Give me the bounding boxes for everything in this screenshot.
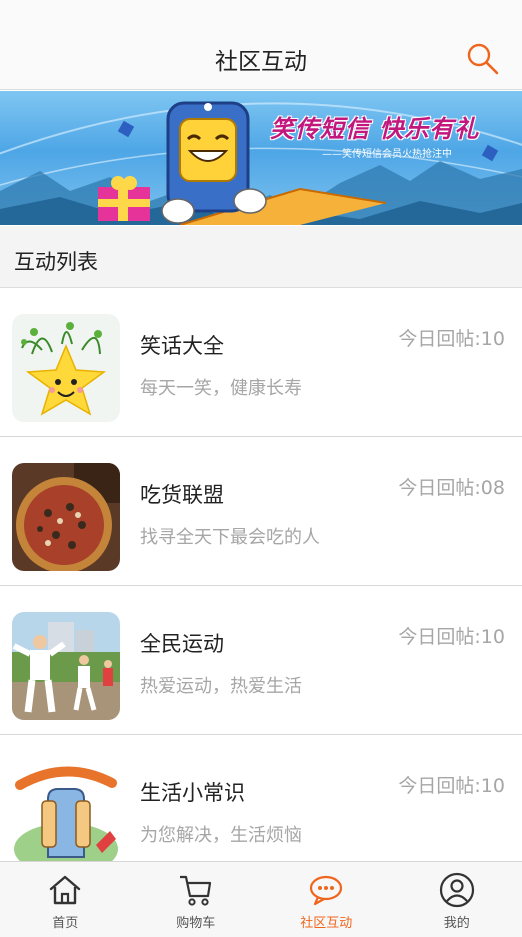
tab-cart[interactable]: 购物车 xyxy=(131,862,262,937)
reply-count: 今日回帖:08 xyxy=(398,477,505,499)
list-item-foodie[interactable]: 吃货联盟 找寻全天下最会吃的人 今日回帖:08 xyxy=(0,437,522,586)
home-icon xyxy=(50,875,81,905)
cart-icon xyxy=(179,875,211,906)
tab-label: 社区互动 xyxy=(300,916,353,931)
did-you-know-image xyxy=(12,761,120,869)
item-description: 每天一笑，健康长寿 xyxy=(140,378,302,399)
tab-community[interactable]: 社区互动 xyxy=(261,862,392,937)
item-description: 找寻全天下最会吃的人 xyxy=(140,527,320,548)
item-description: 为您解决，生活烦恼 xyxy=(140,825,302,846)
user-icon xyxy=(439,872,474,908)
section-title: 互动列表 xyxy=(14,250,98,274)
promo-banner[interactable]: 笑传短信 快乐有礼 ——笑传短信会员火热抢注中 xyxy=(0,91,522,225)
bottom-tab-bar: 首页 购物车 社区互动 我的 xyxy=(0,861,522,937)
star-plant-image xyxy=(12,314,120,422)
tab-label: 我的 xyxy=(443,916,470,931)
app-header: 社区互动 xyxy=(0,0,522,90)
pizza-image xyxy=(12,463,120,571)
item-title: 笑话大全 xyxy=(140,334,224,358)
section-header: 互动列表 xyxy=(0,226,522,288)
item-title: 吃货联盟 xyxy=(140,483,224,507)
interaction-list: 笑话大全 每天一笑，健康长寿 今日回帖:10 吃货联盟 找寻全天下最会吃的人 今… xyxy=(0,288,522,884)
exercise-image xyxy=(12,612,120,720)
reply-count: 今日回帖:10 xyxy=(398,775,505,797)
page-title: 社区互动 xyxy=(215,49,307,75)
list-item-sports[interactable]: 全民运动 热爱运动，热爱生活 今日回帖:10 xyxy=(0,586,522,735)
chat-bubble-icon xyxy=(310,875,343,906)
item-title: 全民运动 xyxy=(140,632,224,656)
tab-me[interactable]: 我的 xyxy=(392,862,522,937)
tab-home[interactable]: 首页 xyxy=(0,862,131,937)
item-description: 热爱运动，热爱生活 xyxy=(140,676,302,697)
search-icon[interactable] xyxy=(466,42,500,76)
banner-headline: 笑传短信 快乐有礼 xyxy=(270,115,480,143)
tab-label: 购物车 xyxy=(176,916,216,931)
reply-count: 今日回帖:10 xyxy=(398,626,505,648)
list-item-jokes[interactable]: 笑话大全 每天一笑，健康长寿 今日回帖:10 xyxy=(0,288,522,437)
item-title: 生活小常识 xyxy=(140,781,245,805)
reply-count: 今日回帖:10 xyxy=(398,328,505,350)
banner-subtitle: ——笑传短信会员火热抢注中 xyxy=(322,149,452,160)
tab-label: 首页 xyxy=(52,916,79,931)
